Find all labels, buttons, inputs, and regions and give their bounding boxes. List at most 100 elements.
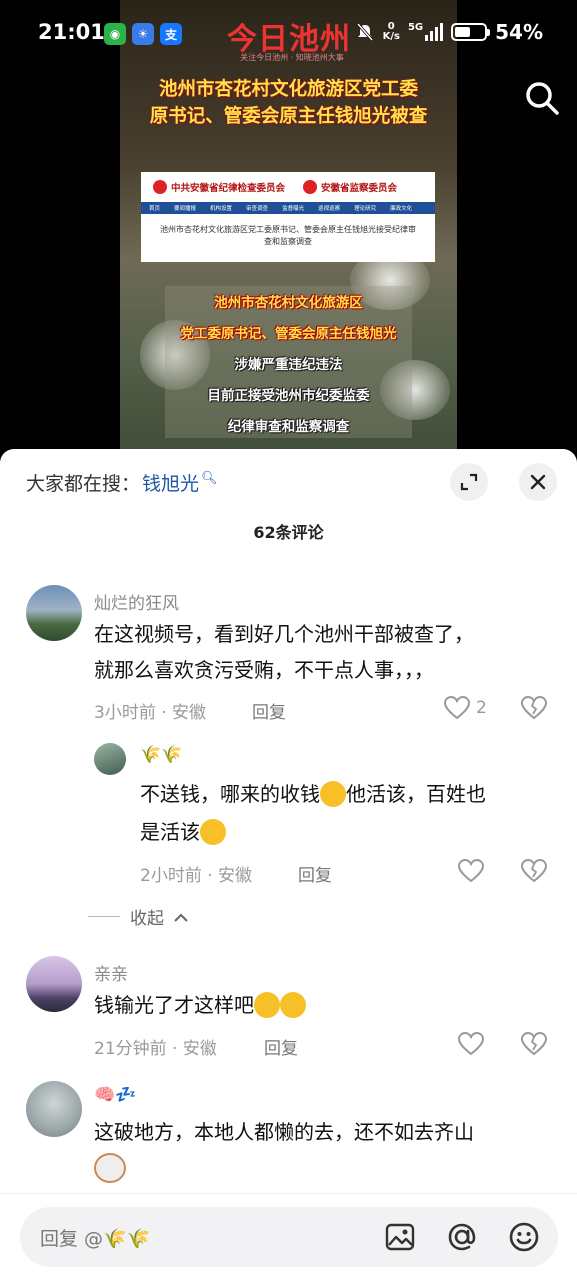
network-speed: 0 K/s (383, 22, 400, 42)
comment-input-bar: 回复 @🌾🌾 (0, 1193, 577, 1280)
document-screenshot: 中共安徽省纪律检查委员会 安徽省监察委员会 首页 要闻播报 机构设置 审查调查 … (141, 172, 435, 262)
doc-nav-item: 机构设置 (210, 206, 233, 212)
avatar[interactable] (26, 956, 82, 1012)
comment-sheet: 大家都在搜： 钱旭光 🔍︎ 62条评论 灿烂的狂风 在这视频号，看到好几个池州干… (0, 449, 577, 1280)
like-button[interactable] (458, 859, 484, 883)
comment-text-line: 不送钱，哪来的收钱 他活该，百姓也 (140, 775, 486, 813)
comment-text-segment: 不送钱，哪来的收钱 (140, 782, 320, 806)
weather-icon: ☀ (132, 23, 154, 45)
mute-bell-icon (356, 23, 373, 41)
smirk-emoji-icon (200, 818, 226, 845)
alipay-icon: 支 (160, 23, 182, 45)
comment-author[interactable]: 🌾🌾 (140, 745, 182, 765)
reply-button[interactable]: 回复 (252, 698, 286, 723)
status-time: 21:01 (38, 20, 105, 44)
grin-emoji-icon (280, 991, 306, 1018)
doc-nav-item: 要闻播报 (174, 206, 197, 212)
mention-button[interactable] (444, 1219, 480, 1255)
status-bar: 21:01 ◉ ☀ 支 0 K/s 5G 54% (0, 0, 577, 70)
small-search-icon: 🔍︎ (201, 471, 218, 486)
avatar[interactable] (26, 1081, 82, 1137)
like-count: 2 (476, 698, 487, 718)
comment-meta: 3小时前 · 安徽 (94, 703, 207, 723)
caption-line-4: 目前正接受池州市纪委监委 (207, 388, 370, 404)
grin-emoji-icon (254, 991, 280, 1018)
dislike-button[interactable] (520, 858, 548, 887)
speed-unit: K/s (382, 31, 400, 42)
smirk-emoji-icon (320, 780, 346, 807)
heart-icon (458, 1032, 484, 1056)
dislike-button[interactable] (520, 695, 548, 724)
emoji-button[interactable] (506, 1219, 542, 1255)
signal-icon: 5G (407, 22, 444, 41)
comment-input[interactable]: 回复 @🌾🌾 (20, 1207, 558, 1267)
state-emblem-icon (303, 180, 318, 194)
comment-author[interactable]: 🧠💤 (94, 1085, 136, 1105)
avatar[interactable] (26, 585, 82, 641)
doc-nav-item: 巡视巡察 (318, 206, 341, 212)
doc-nav-item: 廉政文化 (390, 206, 413, 212)
at-icon (448, 1223, 476, 1251)
video-headline: 池州市杏花村文化旅游区党工委 原书记、管委会原主任钱旭光被查 (120, 76, 457, 130)
caption-line-3: 涉嫌严重违纪违法 (234, 357, 343, 373)
expand-icon (460, 473, 478, 491)
broken-heart-icon (520, 858, 548, 883)
network-type: 5G (407, 22, 424, 33)
caption-line-2: 党工委原书记、管委会原主任钱旭光 (180, 326, 397, 342)
collapse-label: 收起 (130, 909, 164, 929)
collapse-replies-button[interactable]: 收起 (88, 904, 188, 929)
wechat-icon: ◉ (104, 23, 126, 45)
heart-icon (444, 696, 470, 720)
comment-author[interactable]: 灿烂的狂风 (94, 589, 179, 614)
doc-body-text: 池州市杏花村文化旅游区党工委原书记、管委会原主任钱旭光接受纪律审查和监察调查 (160, 225, 416, 246)
caption-line-1: 池州市杏花村文化旅游区 (214, 295, 363, 311)
like-button[interactable] (458, 1032, 484, 1056)
collapse-divider (88, 916, 120, 917)
heart-icon (458, 859, 484, 883)
comment-text-segment: 钱输光了才这样吧 (94, 993, 254, 1017)
caption-line-5: 纪律审查和监察调查 (227, 419, 350, 435)
like-button[interactable]: 2 (444, 696, 487, 720)
reply-button[interactable]: 回复 (264, 1034, 298, 1059)
chevron-up-icon (174, 913, 188, 922)
image-button[interactable] (382, 1219, 418, 1255)
comment-text-segment: 他活该，百姓也 (346, 782, 486, 806)
input-placeholder: 回复 @🌾🌾 (40, 1228, 151, 1250)
dislike-button[interactable] (520, 1031, 548, 1060)
doc-nav-item: 理论研究 (354, 206, 377, 212)
comment-author[interactable]: 亲亲 (94, 960, 128, 985)
video-player[interactable]: 今日池州 关注今日池州 · 知晓池州大事 池州市杏花村文化旅游区党工委 原书记、… (0, 0, 577, 470)
trending-search[interactable]: 大家都在搜： 钱旭光 🔍︎ (26, 469, 218, 496)
avatar[interactable] (94, 743, 126, 775)
doc-nav-item: 审查调查 (246, 206, 269, 212)
broken-heart-icon (520, 1031, 548, 1056)
headline-line-2: 原书记、管委会原主任钱旭光被查 (149, 106, 428, 127)
comment-count: 62条评论 (253, 523, 324, 542)
trending-keyword[interactable]: 钱旭光 (142, 469, 199, 496)
search-icon (526, 82, 559, 115)
comment-text-line: 在这视频号，看到好几个池州干部被查了， (94, 622, 474, 646)
doc-org-left: 中共安徽省纪律检查委员会 (171, 183, 286, 194)
close-button[interactable] (519, 463, 557, 501)
doc-org-right: 安徽省监察委员会 (321, 183, 398, 194)
trending-label: 大家都在搜： (26, 473, 141, 495)
comment-text-line: 这破地方，本地人都懒的去，还不如去齐山 (94, 1120, 474, 1144)
image-icon (385, 1223, 415, 1251)
comment-meta: 2小时前 · 安徽 (140, 866, 253, 886)
dog-emoji-icon (94, 1153, 126, 1183)
battery-icon (451, 23, 491, 41)
battery-fill (455, 27, 471, 37)
search-button[interactable] (522, 78, 562, 118)
party-emblem-icon (153, 180, 167, 194)
reply-button[interactable]: 回复 (298, 861, 332, 886)
comment-text-line: 是活该 (140, 813, 226, 851)
comment-text-line: 钱输光了才这样吧 (94, 986, 306, 1024)
doc-nav-item: 监督曝光 (282, 206, 305, 212)
comment-meta: 21分钟前 · 安徽 (94, 1039, 217, 1059)
doc-nav-bar: 首页 要闻播报 机构设置 审查调查 监督曝光 巡视巡察 理论研究 廉政文化 (141, 202, 435, 214)
close-icon (530, 474, 546, 490)
expand-button[interactable] (450, 463, 488, 501)
notification-icons: ◉ ☀ 支 (104, 23, 182, 45)
battery-percent: 54% (495, 20, 543, 44)
headline-line-1: 池州市杏花村文化旅游区党工委 (158, 79, 418, 100)
